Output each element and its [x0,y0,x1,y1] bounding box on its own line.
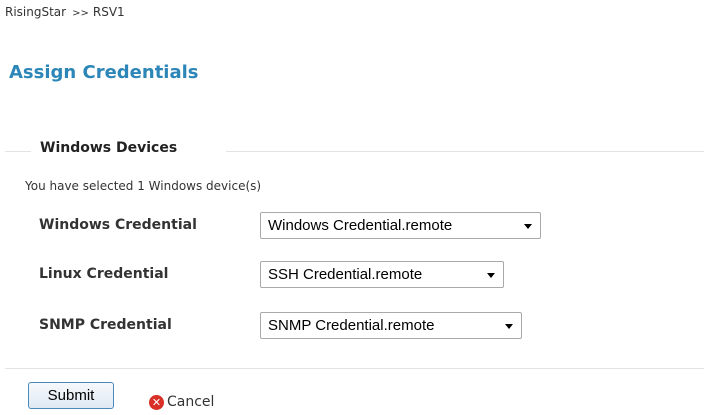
fieldset-border-left [5,151,31,152]
breadcrumb-separator: >> [72,8,89,19]
snmp-credential-select[interactable]: SNMP Credential.remote [260,312,522,339]
snmp-credential-value: SNMP Credential.remote [268,317,435,334]
fieldset-legend: Windows Devices [40,140,178,156]
windows-credential-value: Windows Credential.remote [268,217,453,234]
snmp-credential-label: SNMP Credential [39,317,172,333]
linux-credential-select[interactable]: SSH Credential.remote [260,261,504,288]
cancel-link[interactable]: ✕ Cancel [149,392,214,412]
breadcrumb: RisingStar >> RSV1 [5,5,125,19]
windows-credential-label: Windows Credential [39,217,197,233]
linux-credential-label: Linux Credential [39,266,169,282]
windows-credential-select[interactable]: Windows Credential.remote [260,212,541,239]
linux-credential-value: SSH Credential.remote [268,266,423,283]
chevron-down-icon [487,273,495,278]
page-title: Assign Credentials [9,62,199,83]
chevron-down-icon [524,224,532,229]
cancel-label: Cancel [167,394,215,410]
fieldset-border-right [226,151,704,152]
breadcrumb-current: RSV1 [92,5,125,19]
fieldset-border-bottom [5,368,704,369]
cancel-x-icon: ✕ [149,394,164,410]
breadcrumb-root[interactable]: RisingStar [5,5,66,19]
submit-button[interactable]: Submit [28,382,114,409]
selection-note: You have selected 1 Windows device(s) [25,179,262,193]
windows-devices-fieldset: Windows Devices You have selected 1 Wind… [0,137,704,369]
chevron-down-icon [505,324,513,329]
